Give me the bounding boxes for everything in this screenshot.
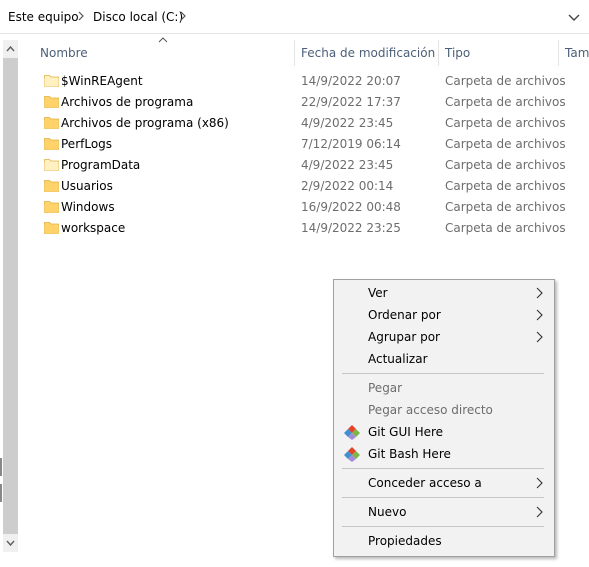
- column-header-size[interactable]: Tama: [565, 46, 589, 60]
- git-icon: [344, 447, 360, 462]
- file-date-modified: 14/9/2022 23:25: [301, 221, 401, 235]
- file-name: Archivos de programa: [61, 95, 194, 109]
- folder-icon: [44, 138, 59, 150]
- menu-item-conceder-acceso-a[interactable]: Conceder acceso a: [334, 472, 554, 494]
- column-divider[interactable]: [438, 40, 439, 66]
- file-date-modified: 2/9/2022 00:14: [301, 179, 394, 193]
- folder-icon: [44, 117, 59, 129]
- file-row[interactable]: Windows 16/9/2022 00:48 Carpeta de archivo…: [38, 197, 566, 218]
- file-row[interactable]: PerfLogs 7/12/2019 06:14 Carpeta de archiv…: [38, 134, 566, 155]
- submenu-chevron-right-icon: [536, 331, 543, 343]
- breadcrumb-chevron-right-icon[interactable]: [77, 9, 85, 23]
- file-type: Carpeta de archivos: [445, 74, 566, 88]
- menu-item-git-bash-here[interactable]: Git Bash Here: [334, 443, 554, 465]
- file-row[interactable]: Usuarios 2/9/2022 00:14 Carpeta de archivo…: [38, 176, 566, 197]
- menu-item-actualizar[interactable]: Actualizar: [334, 348, 554, 370]
- menu-item-label: Git GUI Here: [368, 425, 444, 439]
- folder-icon: [44, 96, 59, 108]
- menu-item-label: Conceder acceso a: [368, 476, 482, 490]
- menu-item-agrupar-por[interactable]: Agrupar por: [334, 326, 554, 348]
- menu-item-pegar[interactable]: Pegar: [334, 377, 554, 399]
- file-row[interactable]: workspace 14/9/2022 23:25 Carpeta de archi…: [38, 218, 566, 239]
- menu-item-label: Ver: [368, 286, 388, 300]
- submenu-chevron-right-icon: [536, 477, 543, 489]
- pane-edge-marker: [0, 484, 2, 502]
- file-type: Carpeta de archivos: [445, 95, 566, 109]
- scroll-up-arrow-icon[interactable]: [3, 42, 18, 56]
- breadcrumb-este-equipo[interactable]: Este equipo: [8, 10, 79, 24]
- menu-item-label: Git Bash Here: [368, 447, 451, 461]
- menu-item-label: Nuevo: [368, 505, 407, 519]
- menu-separator: [342, 526, 544, 527]
- menu-item-label: Pegar acceso directo: [368, 403, 493, 417]
- menu-item-git-gui-here[interactable]: Git GUI Here: [334, 421, 554, 443]
- file-type: Carpeta de archivos: [445, 200, 566, 214]
- file-row[interactable]: ProgramData 4/9/2022 23:45 Carpeta de arch…: [38, 155, 566, 176]
- submenu-chevron-right-icon: [536, 506, 543, 518]
- submenu-chevron-right-icon: [536, 287, 543, 299]
- breadcrumb-chevron-right-icon[interactable]: [179, 9, 187, 23]
- folder-icon: [44, 180, 59, 192]
- menu-item-label: Ordenar por: [368, 308, 441, 322]
- column-divider[interactable]: [294, 40, 295, 66]
- file-date-modified: 22/9/2022 17:37: [301, 95, 401, 109]
- menu-separator: [342, 468, 544, 469]
- file-type: Carpeta de archivos: [445, 137, 566, 151]
- column-header-type[interactable]: Tipo: [445, 46, 470, 60]
- file-name: Archivos de programa (x86): [61, 116, 229, 130]
- breadcrumb-disco-local[interactable]: Disco local (C:): [93, 10, 183, 24]
- file-row[interactable]: Archivos de programa 22/9/2022 17:37 Carpe…: [38, 92, 566, 113]
- address-bar[interactable]: Este equipo Disco local (C:): [0, 0, 589, 34]
- file-date-modified: 16/9/2022 00:48: [301, 200, 401, 214]
- file-name: PerfLogs: [61, 137, 113, 151]
- file-type: Carpeta de archivos: [445, 221, 566, 235]
- file-name: workspace: [61, 221, 126, 235]
- menu-item-label: Propiedades: [368, 534, 442, 548]
- menu-item-label: Pegar: [368, 381, 403, 395]
- sort-ascending-caret-icon: [158, 37, 168, 43]
- folder-icon: [44, 201, 59, 213]
- menu-separator: [342, 373, 544, 374]
- file-row[interactable]: $WinREAgent 14/9/2022 20:07 Carpeta de arc…: [38, 71, 566, 92]
- file-date-modified: 14/9/2022 20:07: [301, 74, 401, 88]
- file-name: Windows: [61, 200, 115, 214]
- menu-item-propiedades[interactable]: Propiedades: [334, 530, 554, 552]
- vertical-scrollbar-thumb[interactable]: [3, 58, 18, 534]
- file-type: Carpeta de archivos: [445, 179, 566, 193]
- context-menu: Ver Ordenar por Agrupar por Actualizar Pegar…: [333, 279, 555, 557]
- file-name: $WinREAgent: [61, 74, 143, 88]
- menu-item-label: Agrupar por: [368, 330, 440, 344]
- column-divider[interactable]: [558, 40, 559, 66]
- file-date-modified: 4/9/2022 23:45: [301, 116, 394, 130]
- scroll-down-arrow-icon[interactable]: [3, 536, 18, 550]
- menu-item-pegar-acceso-directo[interactable]: Pegar acceso directo: [334, 399, 554, 421]
- menu-item-ordenar-por[interactable]: Ordenar por: [334, 304, 554, 326]
- pane-edge-marker: [0, 458, 2, 476]
- file-name: Usuarios: [61, 179, 113, 193]
- file-type: Carpeta de archivos: [445, 158, 566, 172]
- address-dropdown-chevron-down-icon[interactable]: [566, 10, 582, 24]
- file-date-modified: 7/12/2019 06:14: [301, 137, 401, 151]
- menu-item-ver[interactable]: Ver: [334, 282, 554, 304]
- submenu-chevron-right-icon: [536, 309, 543, 321]
- menu-item-label: Actualizar: [368, 352, 428, 366]
- folder-light-icon: [44, 159, 59, 171]
- column-header-name[interactable]: Nombre: [40, 46, 88, 60]
- git-icon: [344, 425, 360, 440]
- folder-icon: [44, 222, 59, 234]
- file-name: ProgramData: [61, 158, 141, 172]
- file-row[interactable]: Archivos de programa (x86) 4/9/2022 23:45…: [38, 113, 566, 134]
- file-date-modified: 4/9/2022 23:45: [301, 158, 394, 172]
- menu-separator: [342, 497, 544, 498]
- column-header-date[interactable]: Fecha de modificación: [301, 46, 435, 60]
- address-divider: [0, 33, 589, 34]
- folder-light-icon: [44, 75, 59, 87]
- menu-item-nuevo[interactable]: Nuevo: [334, 501, 554, 523]
- file-type: Carpeta de archivos: [445, 116, 566, 130]
